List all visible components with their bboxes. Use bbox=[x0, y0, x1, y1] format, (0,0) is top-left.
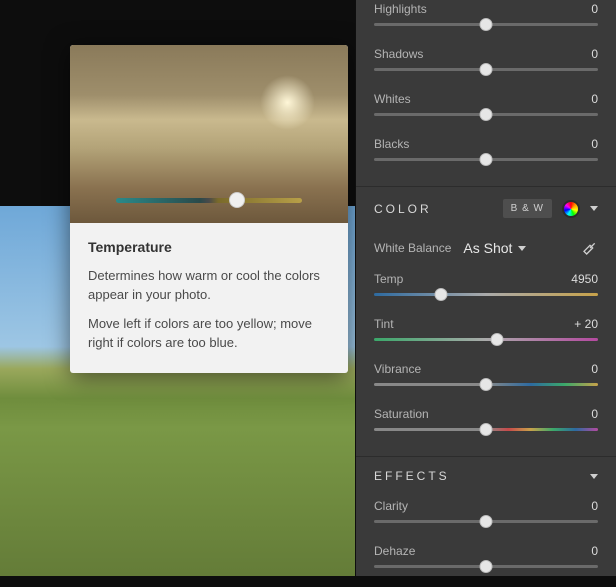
tooltip-hero bbox=[70, 45, 348, 223]
slider-dehaze[interactable]: Dehaze 0 bbox=[374, 542, 598, 587]
label-clarity: Clarity bbox=[374, 499, 408, 513]
value-clarity: 0 bbox=[591, 499, 598, 513]
value-shadows: 0 bbox=[591, 47, 598, 61]
section-color-title: COLOR bbox=[374, 202, 503, 216]
value-dehaze: 0 bbox=[591, 544, 598, 558]
value-vibrance: 0 bbox=[591, 362, 598, 376]
editor-canvas: Temperature Determines how warm or cool … bbox=[0, 0, 355, 576]
label-vibrance: Vibrance bbox=[374, 362, 421, 376]
section-color-header[interactable]: COLOR B & W bbox=[356, 186, 616, 232]
value-tint: + 20 bbox=[574, 317, 598, 331]
adjust-panel: Highlights 0 Shadows 0 Whites 0 Blacks 0 bbox=[355, 0, 616, 576]
chevron-down-icon bbox=[518, 246, 526, 251]
slider-saturation[interactable]: Saturation 0 bbox=[374, 405, 598, 450]
tooltip-card: Temperature Determines how warm or cool … bbox=[70, 45, 348, 373]
section-effects-title: EFFECTS bbox=[374, 469, 590, 483]
label-saturation: Saturation bbox=[374, 407, 429, 421]
value-blacks: 0 bbox=[591, 137, 598, 151]
label-shadows: Shadows bbox=[374, 47, 423, 61]
label-tint: Tint bbox=[374, 317, 394, 331]
tooltip-demo-slider bbox=[116, 197, 302, 205]
eyedropper-icon[interactable] bbox=[582, 240, 598, 256]
tooltip-description: Determines how warm or cool the colors a… bbox=[88, 267, 330, 305]
label-dehaze: Dehaze bbox=[374, 544, 415, 558]
value-saturation: 0 bbox=[591, 407, 598, 421]
label-whites: Whites bbox=[374, 92, 411, 106]
chevron-down-icon[interactable] bbox=[590, 474, 598, 479]
slider-highlights[interactable]: Highlights 0 bbox=[374, 0, 598, 45]
slider-temp[interactable]: Temp 4950 bbox=[374, 270, 598, 315]
slider-shadows[interactable]: Shadows 0 bbox=[374, 45, 598, 90]
white-balance-value: As Shot bbox=[463, 240, 512, 256]
slider-tint[interactable]: Tint + 20 bbox=[374, 315, 598, 360]
value-whites: 0 bbox=[591, 92, 598, 106]
slider-blacks[interactable]: Blacks 0 bbox=[374, 135, 598, 180]
label-blacks: Blacks bbox=[374, 137, 409, 151]
bw-toggle[interactable]: B & W bbox=[503, 199, 552, 218]
color-mixer-icon[interactable] bbox=[562, 200, 580, 218]
slider-vibrance[interactable]: Vibrance 0 bbox=[374, 360, 598, 405]
label-temp: Temp bbox=[374, 272, 403, 286]
tooltip-tip: Move left if colors are too yellow; move… bbox=[88, 315, 330, 353]
tooltip-title: Temperature bbox=[88, 237, 330, 257]
slider-clarity[interactable]: Clarity 0 bbox=[374, 497, 598, 542]
section-effects-header[interactable]: EFFECTS bbox=[356, 456, 616, 497]
white-balance-label: White Balance bbox=[374, 241, 451, 255]
value-highlights: 0 bbox=[591, 2, 598, 16]
white-balance-select[interactable]: As Shot bbox=[463, 240, 526, 256]
slider-whites[interactable]: Whites 0 bbox=[374, 90, 598, 135]
value-temp: 4950 bbox=[571, 272, 598, 286]
chevron-down-icon[interactable] bbox=[590, 206, 598, 211]
label-highlights: Highlights bbox=[374, 2, 427, 16]
